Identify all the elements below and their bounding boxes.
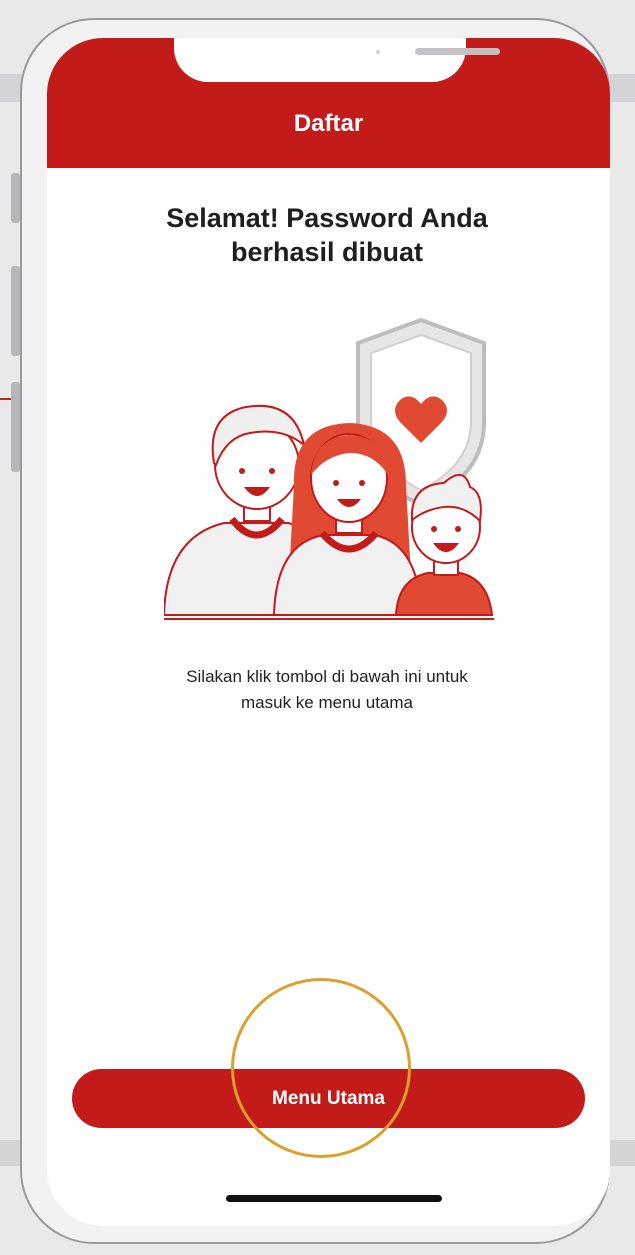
success-title: Selamat! Password Anda berhasil dibuat	[97, 201, 557, 269]
success-title-line-1: Selamat! Password Anda	[166, 203, 488, 233]
phone-screen: Daftar Selamat! Password Anda berhasil d…	[47, 38, 610, 1226]
home-indicator[interactable]	[226, 1195, 442, 1202]
instruction-line-1: Silakan klik tombol di bawah ini untuk	[186, 667, 468, 686]
app-header: Daftar	[47, 38, 610, 168]
header-title: Daftar	[293, 110, 364, 137]
volume-up-button	[11, 266, 20, 356]
main-menu-button[interactable]: Menu Utama	[72, 1069, 585, 1128]
phone-notch	[174, 38, 500, 82]
mute-switch	[11, 173, 20, 223]
instruction-text: Silakan klik tombol di bawah ini untuk m…	[137, 664, 517, 716]
success-title-line-2: berhasil dibuat	[230, 237, 424, 267]
volume-down-button	[11, 382, 20, 472]
instruction-line-2: masuk ke menu utama	[241, 693, 413, 712]
camera-dot	[376, 50, 380, 54]
speaker-grille	[415, 48, 500, 55]
family-shield-heart-illustration	[164, 317, 494, 620]
